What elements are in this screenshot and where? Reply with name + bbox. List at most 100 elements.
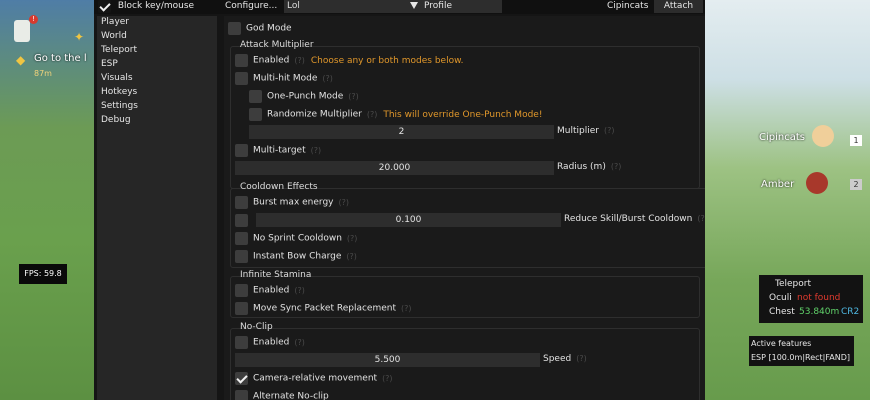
infinite-stamina-title: Infinite Stamina <box>240 270 312 280</box>
oculi-label: Oculi <box>769 293 792 303</box>
chest-region: CR2 <box>841 307 860 317</box>
chest-label: Chest <box>769 307 795 317</box>
noclip-enabled-option[interactable]: Enabled (?) <box>235 336 305 349</box>
help-icon[interactable]: (?) <box>347 234 358 243</box>
noclip-enabled-label: Enabled <box>253 337 290 348</box>
move-sync-checkbox[interactable] <box>235 302 248 315</box>
burst-energy-checkbox[interactable] <box>235 196 248 209</box>
no-sprint-cooldown-option[interactable]: No Sprint Cooldown (?) <box>235 232 357 245</box>
help-icon[interactable]: (?) <box>339 198 350 207</box>
multi-hit-option[interactable]: Multi-hit Mode (?) <box>235 72 333 85</box>
reduce-cooldown-label: Reduce Skill/Burst Cooldown <box>564 214 693 224</box>
stamina-enabled-option[interactable]: Enabled (?) <box>235 284 305 297</box>
sidebar-item-player[interactable]: Player <box>101 17 129 27</box>
one-punch-option[interactable]: One-Punch Mode (?) <box>249 90 359 103</box>
god-mode-checkbox[interactable] <box>228 22 241 35</box>
reduce-cooldown-slider[interactable]: 0.100 <box>256 213 561 227</box>
cheat-menu-window: Block key/mouse Configure... Lol Profile… <box>94 0 705 400</box>
attack-enabled-hint: Choose any or both modes below. <box>310 55 464 66</box>
radius-slider[interactable]: 20.000 <box>235 161 554 175</box>
attach-button[interactable]: Attach <box>654 0 703 13</box>
help-icon[interactable]: (?) <box>576 354 587 363</box>
quest-book-icon[interactable] <box>14 20 30 42</box>
one-punch-label: One-Punch Mode <box>267 91 344 102</box>
block-input-toggle[interactable]: Block key/mouse <box>98 0 194 14</box>
multi-hit-checkbox[interactable] <box>235 72 248 85</box>
no-sprint-cooldown-label: No Sprint Cooldown <box>253 233 342 244</box>
sidebar-item-visuals[interactable]: Visuals <box>101 73 133 83</box>
oculi-status: not found <box>797 293 841 303</box>
sidebar-item-debug[interactable]: Debug <box>101 115 131 125</box>
quest-distance: 87m <box>34 69 52 78</box>
burst-energy-option[interactable]: Burst max energy (?) <box>235 196 349 209</box>
instant-bow-checkbox[interactable] <box>235 250 248 263</box>
help-icon[interactable]: (?) <box>367 110 378 119</box>
sidebar-item-esp[interactable]: ESP <box>101 59 118 69</box>
help-icon[interactable]: (?) <box>322 74 333 83</box>
camera-relative-label: Camera-relative movement <box>253 373 378 384</box>
multi-target-checkbox[interactable] <box>235 144 248 157</box>
help-icon[interactable]: (?) <box>294 56 305 65</box>
sidebar-item-teleport[interactable]: Teleport <box>101 45 137 55</box>
speed-slider[interactable]: 5.500 <box>235 353 540 367</box>
help-icon[interactable]: (?) <box>611 162 622 171</box>
help-icon[interactable]: (?) <box>346 252 357 261</box>
quest-star-icon: ✦ <box>74 30 85 44</box>
party-avatar-icon[interactable] <box>806 172 828 194</box>
party-slot-number: 1 <box>850 135 862 146</box>
help-icon[interactable]: (?) <box>311 146 322 155</box>
speed-label: Speed <box>543 354 572 364</box>
no-sprint-cooldown-checkbox[interactable] <box>235 232 248 245</box>
god-mode-label: God Mode <box>246 23 292 34</box>
reduce-cooldown-option[interactable] <box>235 214 253 227</box>
reduce-cooldown-checkbox[interactable] <box>235 214 248 227</box>
help-icon[interactable]: (?) <box>604 126 615 135</box>
quest-objective-text: Go to the l <box>34 53 87 64</box>
attack-enabled-checkbox[interactable] <box>235 54 248 67</box>
stamina-enabled-checkbox[interactable] <box>235 284 248 297</box>
multiplier-slider[interactable]: 2 <box>249 125 554 139</box>
help-icon[interactable]: (?) <box>697 214 705 223</box>
block-input-label: Block key/mouse <box>117 1 195 11</box>
multi-target-option[interactable]: Multi-target (?) <box>235 144 321 157</box>
help-icon[interactable]: (?) <box>401 304 412 313</box>
quest-alert-badge: ! <box>29 15 38 24</box>
teleport-overlay: Teleport Oculi not found Chest 53.840m C… <box>759 275 863 323</box>
multi-target-label: Multi-target <box>253 145 306 156</box>
randomize-multiplier-checkbox[interactable] <box>249 108 262 121</box>
sidebar-item-world[interactable]: World <box>101 31 127 41</box>
move-sync-option[interactable]: Move Sync Packet Replacement (?) <box>235 302 412 315</box>
randomize-multiplier-label: Randomize Multiplier <box>267 109 362 120</box>
configure-button[interactable]: Configure... <box>225 0 277 14</box>
sidebar-item-hotkeys[interactable]: Hotkeys <box>101 87 137 97</box>
multiplier-slider-row: Multiplier (?) <box>557 126 614 136</box>
instant-bow-option[interactable]: Instant Bow Charge (?) <box>235 250 357 263</box>
fps-counter: FPS: 59.8 <box>19 264 67 284</box>
user-name: Cipincats <box>607 1 649 11</box>
active-features-overlay: Active features ESP [100.0m|Rect|FAND] <box>749 336 854 366</box>
camera-relative-checkbox[interactable] <box>235 372 248 385</box>
player-settings-panel: God Mode Attack Multiplier Enabled (?) Cho… <box>224 16 705 400</box>
reduce-cooldown-row: Reduce Skill/Burst Cooldown (?) <box>564 214 705 224</box>
party-slot-number: 2 <box>850 179 862 190</box>
chevron-down-icon[interactable] <box>410 2 418 9</box>
move-sync-label: Move Sync Packet Replacement <box>253 303 396 314</box>
sidebar-item-settings[interactable]: Settings <box>101 101 138 111</box>
noclip-enabled-checkbox[interactable] <box>235 336 248 349</box>
camera-relative-option[interactable]: Camera-relative movement (?) <box>235 372 393 385</box>
randomize-multiplier-option[interactable]: Randomize Multiplier (?) This will overrid… <box>249 108 542 121</box>
cooldown-effects-title: Cooldown Effects <box>240 182 318 192</box>
alternate-noclip-checkbox[interactable] <box>235 390 248 400</box>
help-icon[interactable]: (?) <box>348 92 359 101</box>
help-icon[interactable]: (?) <box>294 286 305 295</box>
god-mode-option[interactable]: God Mode <box>228 22 292 35</box>
help-icon[interactable]: (?) <box>294 338 305 347</box>
party-avatar-icon[interactable] <box>812 125 834 147</box>
attack-enabled-option[interactable]: Enabled (?) Choose any or both modes below… <box>235 54 463 67</box>
profile-select[interactable]: Lol <box>284 0 502 13</box>
help-icon[interactable]: (?) <box>382 374 393 383</box>
checkmark-icon[interactable] <box>98 0 111 13</box>
one-punch-checkbox[interactable] <box>249 90 262 103</box>
sidebar: Player World Teleport ESP Visuals Hotkey… <box>97 16 217 400</box>
alternate-noclip-option[interactable]: Alternate No-clip <box>235 390 329 400</box>
